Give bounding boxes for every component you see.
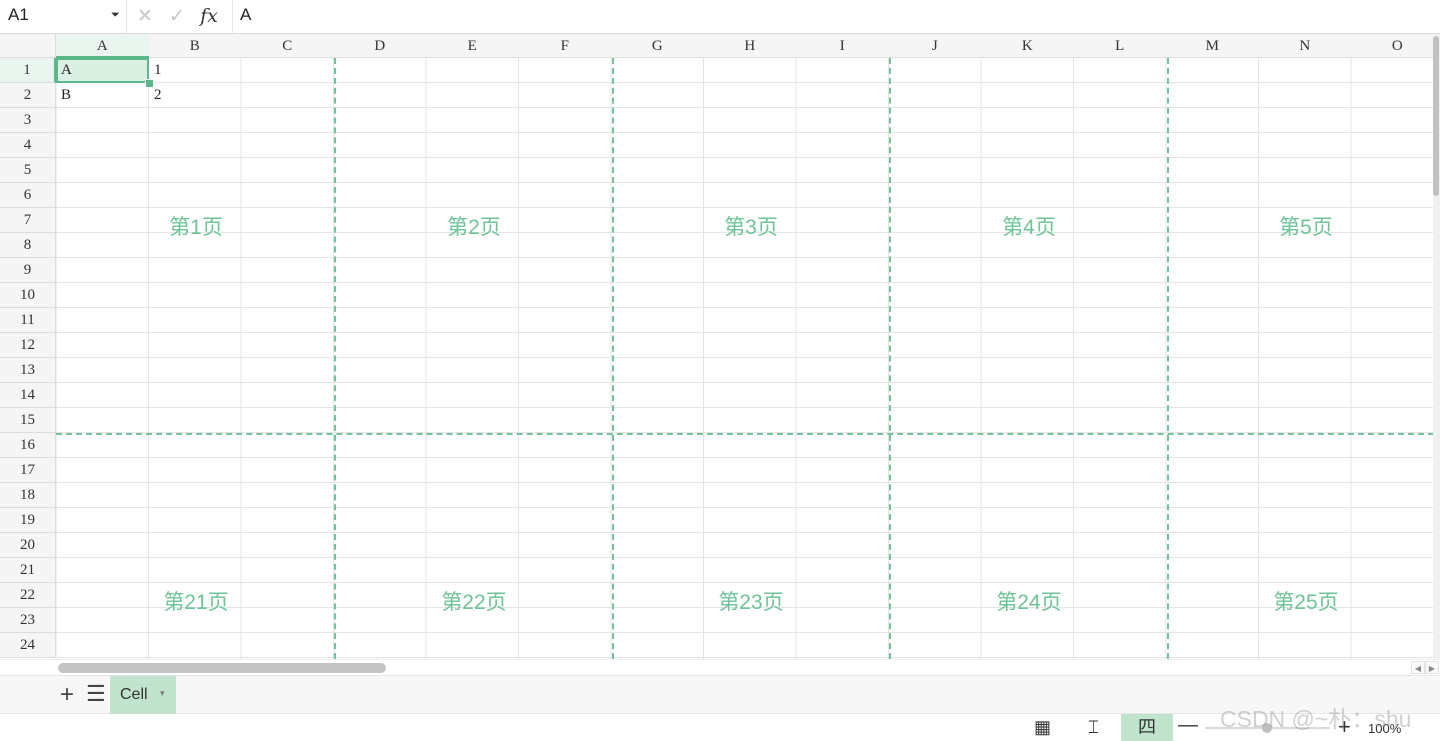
name-box-value: A1 [8, 5, 29, 24]
page-label: 第23页 [718, 591, 784, 614]
fx-icon[interactable]: fx [198, 5, 220, 27]
page-break-vertical[interactable] [889, 58, 891, 659]
row-header-23[interactable]: 23 [0, 608, 56, 633]
page-break-vertical[interactable] [334, 58, 336, 659]
row-header-21[interactable]: 21 [0, 558, 56, 583]
page-break-vertical[interactable] [612, 58, 614, 659]
row-header-18[interactable]: 18 [0, 483, 56, 508]
cell-area[interactable] [56, 58, 1440, 659]
sheet-tab-label: Cell [120, 686, 148, 703]
row-header-1[interactable]: 1 [0, 58, 56, 83]
select-all-corner[interactable] [0, 34, 56, 58]
row-header-11[interactable]: 11 [0, 308, 56, 333]
column-header-h[interactable]: H [703, 34, 797, 58]
spreadsheet-grid: ABCDEFGHIJKLMNO 1 2 3 4 5 6 7 8 9 10 11 12 13 14 15 16 1… [0, 34, 1440, 659]
vertical-scrollbar[interactable] [1433, 34, 1440, 659]
row-header-14[interactable]: 14 [0, 383, 56, 408]
column-header-g[interactable]: G [611, 34, 705, 58]
formula-separator [232, 0, 233, 33]
row-header-17[interactable]: 17 [0, 458, 56, 483]
page-label: 第21页 [163, 591, 229, 614]
column-header-o[interactable]: O [1351, 34, 1440, 58]
page-break-horizontal[interactable] [56, 433, 1434, 435]
row-header-4[interactable]: 4 [0, 133, 56, 158]
cancel-icon[interactable]: ✕ [134, 5, 156, 28]
row-header-19[interactable]: 19 [0, 508, 56, 533]
row-header-9[interactable]: 9 [0, 258, 56, 283]
page-label: 第22页 [441, 591, 507, 614]
row-header-3[interactable]: 3 [0, 108, 56, 133]
page-label: 第3页 [724, 216, 778, 239]
watermark: CSDN @~朴：shu [1220, 706, 1412, 732]
row-header-6[interactable]: 6 [0, 183, 56, 208]
zoom-out-icon[interactable]: — [1178, 714, 1198, 737]
add-sheet-icon[interactable]: + [60, 681, 74, 709]
name-box[interactable]: A1 ⏷ [0, 0, 127, 33]
column-header-k[interactable]: K [981, 34, 1075, 58]
page-label: 第24页 [996, 591, 1062, 614]
column-header-l[interactable]: L [1073, 34, 1167, 58]
column-header-d[interactable]: D [333, 34, 427, 58]
sheet-list-icon[interactable]: ☰ [86, 681, 106, 707]
column-header-c[interactable]: C [241, 34, 335, 58]
page-label: 第1页 [169, 216, 223, 239]
column-header-i[interactable]: I [796, 34, 890, 58]
column-header-j[interactable]: J [888, 34, 982, 58]
horizontal-scrollbar[interactable]: ◀ ▶ [0, 659, 1440, 676]
page-break-vertical[interactable] [1167, 58, 1169, 659]
row-header-12[interactable]: 12 [0, 333, 56, 358]
row-header-22[interactable]: 22 [0, 583, 56, 608]
row-header-13[interactable]: 13 [0, 358, 56, 383]
sheet-tab-dropdown-icon[interactable]: ▾ [160, 688, 165, 699]
column-header-n[interactable]: N [1258, 34, 1352, 58]
horizontal-scroll-thumb[interactable] [58, 663, 386, 673]
row-header-15[interactable]: 15 [0, 408, 56, 433]
scroll-left-icon[interactable]: ◀ [1411, 661, 1425, 674]
column-header-b[interactable]: B [148, 34, 242, 58]
cell-b1[interactable]: 1 [149, 58, 241, 83]
cell-a2[interactable]: B [56, 83, 149, 108]
row-header-10[interactable]: 10 [0, 283, 56, 308]
formula-bar: A1 ⏷ ✕ ✓ fx A [0, 0, 1440, 34]
name-box-chevron-down-icon[interactable]: ⏷ [111, 9, 120, 22]
vertical-scroll-thumb[interactable] [1433, 36, 1439, 196]
page-label: 第4页 [1002, 216, 1056, 239]
scroll-right-icon[interactable]: ▶ [1425, 661, 1439, 674]
row-header-24[interactable]: 24 [0, 633, 56, 658]
column-header-m[interactable]: M [1166, 34, 1260, 58]
page-label: 第5页 [1279, 216, 1333, 239]
row-header-7[interactable]: 7 [0, 208, 56, 233]
row-header-2[interactable]: 2 [0, 83, 56, 108]
cell-b2[interactable]: 2 [149, 83, 241, 108]
column-header-a[interactable]: A [56, 34, 150, 58]
page-label: 第2页 [447, 216, 501, 239]
confirm-icon[interactable]: ✓ [166, 5, 188, 28]
row-header-5[interactable]: 5 [0, 158, 56, 183]
row-header-8[interactable]: 8 [0, 233, 56, 258]
page-label: 第25页 [1273, 591, 1339, 614]
page-layout-view-icon[interactable]: 四 [1121, 714, 1173, 741]
column-header-f[interactable]: F [518, 34, 612, 58]
row-header-20[interactable]: 20 [0, 533, 56, 558]
formula-input[interactable]: A [240, 5, 251, 25]
column-header-e[interactable]: E [426, 34, 520, 58]
cell-a1[interactable]: A [56, 58, 149, 83]
normal-view-icon[interactable]: ▦ [1034, 717, 1051, 738]
row-header-16[interactable]: 16 [0, 433, 56, 458]
sheet-tab-cell[interactable]: Cell ▾ [110, 676, 176, 714]
page-break-preview-icon[interactable]: ⌶ [1088, 717, 1099, 738]
